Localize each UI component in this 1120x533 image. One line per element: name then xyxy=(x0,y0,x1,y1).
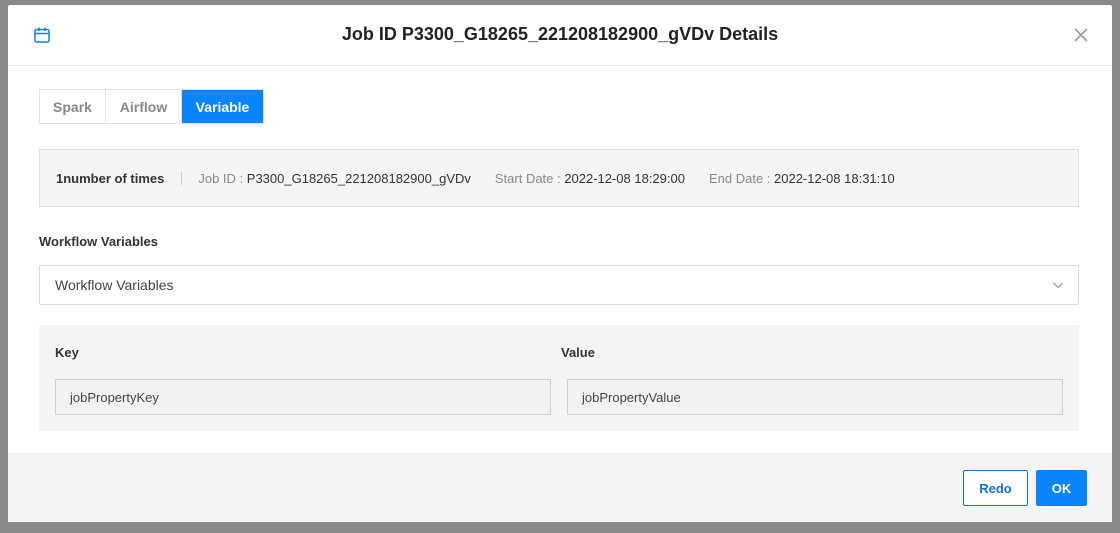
workflow-variables-selected: Workflow Variables xyxy=(55,277,174,293)
key-header: Key xyxy=(55,345,79,360)
end-date-group: End Date : 2022-12-08 18:31:10 xyxy=(709,171,895,186)
value-header: Value xyxy=(561,345,595,360)
redo-button[interactable]: Redo xyxy=(963,470,1028,506)
start-date-label: Start Date : xyxy=(494,170,565,186)
job-id-group: Job ID : P3300_G18265_221208182900_gVDv xyxy=(198,171,471,186)
job-id-value: P3300_G18265_221208182900_gVDv xyxy=(246,170,471,186)
ok-button[interactable]: OK xyxy=(1036,470,1087,506)
start-date-group: Start Date : 2022-12-08 18:29:00 xyxy=(495,171,685,186)
value-input[interactable]: jobPropertyValue xyxy=(567,379,1063,415)
end-date-label: End Date : xyxy=(708,170,775,186)
start-date-value: 2022-12-08 18:29:00 xyxy=(564,170,685,186)
tab-spark[interactable]: Spark xyxy=(40,90,106,123)
workflow-variables-label: Workflow Variables xyxy=(39,234,158,249)
dialog-title: Job ID P3300_G18265_221208182900_gVDv De… xyxy=(341,24,779,44)
run-count: 1number of times xyxy=(56,170,165,186)
tab-variable[interactable]: Variable xyxy=(182,90,263,123)
workflow-variables-select[interactable]: Workflow Variables xyxy=(39,265,1079,305)
key-value-panel: Key Value jobPropertyKey jobPropertyValu… xyxy=(39,325,1079,431)
tab-bar: Spark Airflow Variable xyxy=(39,89,264,124)
divider xyxy=(181,171,183,185)
tab-airflow[interactable]: Airflow xyxy=(106,90,182,123)
dialog-header: Job ID P3300_G18265_221208182900_gVDv De… xyxy=(8,5,1112,66)
dialog-footer: Redo OK xyxy=(8,453,1112,522)
end-date-value: 2022-12-08 18:31:10 xyxy=(774,170,895,186)
close-icon[interactable] xyxy=(1072,26,1090,44)
job-details-dialog: Job ID P3300_G18265_221208182900_gVDv De… xyxy=(8,5,1112,522)
chevron-down-icon xyxy=(1053,282,1063,289)
job-info-bar: 1number of times Job ID : P3300_G18265_2… xyxy=(39,149,1079,207)
job-id-label: Job ID : xyxy=(198,170,247,186)
key-input[interactable]: jobPropertyKey xyxy=(55,379,551,415)
